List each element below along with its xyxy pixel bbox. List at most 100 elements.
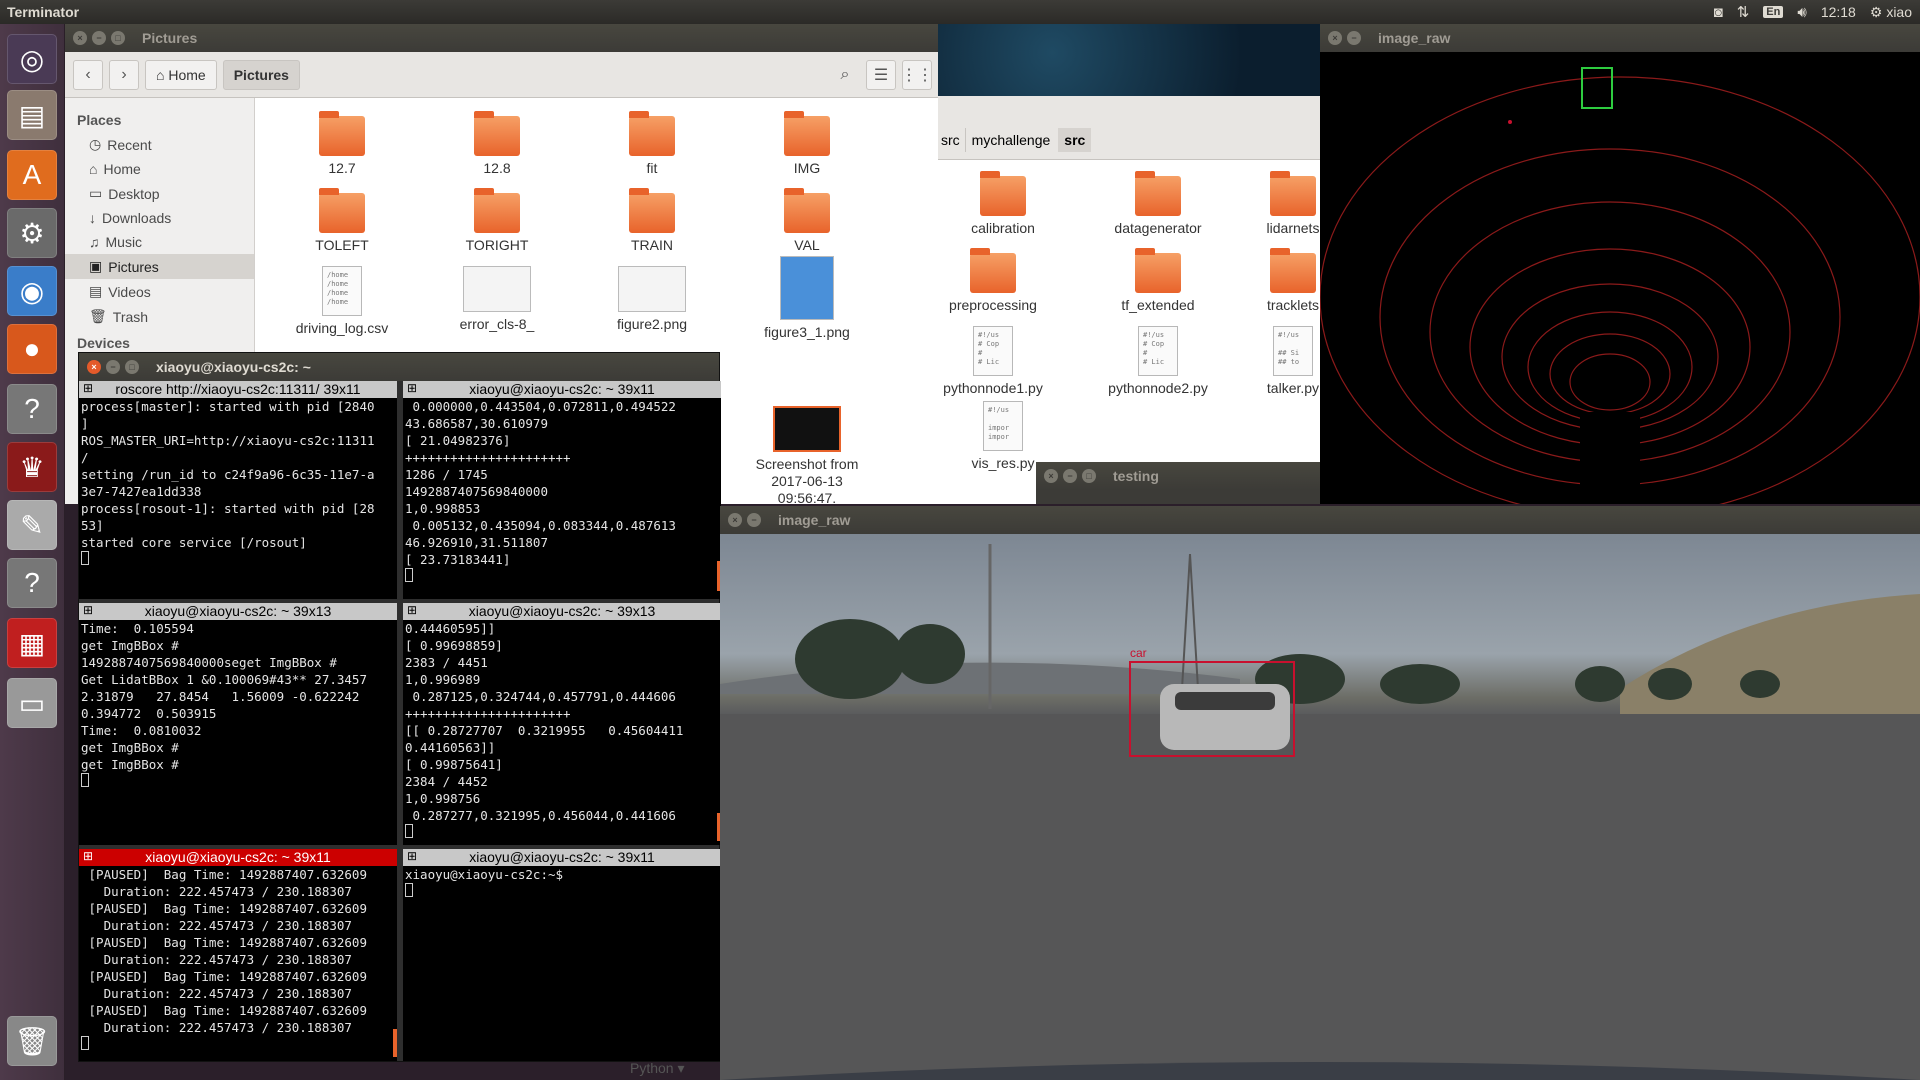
lidar-view[interactable] — [1320, 52, 1920, 504]
maximize-button[interactable]: □ — [111, 31, 125, 45]
minimize-button[interactable]: − — [1347, 31, 1361, 45]
terminal-pane[interactable]: ⊞ xiaoyu@xiaoyu-cs2c: ~ 39x11 xiaoyu@xiao… — [403, 849, 721, 1061]
sidebar-item-desktop[interactable]: ▭ Desktop — [65, 181, 254, 206]
drive-icon[interactable]: ▭ — [7, 678, 57, 728]
file-item[interactable]: figure2.png — [587, 266, 717, 332]
maximize-button[interactable]: □ — [1082, 469, 1096, 483]
pane-title-text: xiaoyu@xiaoyu-cs2c: ~ 39x13 — [144, 603, 332, 619]
language-indicator[interactable]: Python ▾ — [630, 1060, 685, 1077]
breadcrumb-src[interactable]: src — [938, 128, 963, 152]
folder-item[interactable]: fit — [587, 111, 717, 176]
terminal-line: [[ 0.28727707 0.3219955 0.45604411 — [405, 723, 684, 738]
session-menu[interactable]: ⚙ xiao — [1870, 4, 1912, 21]
folder-item[interactable]: TORIGHT — [432, 188, 562, 253]
volume-icon[interactable]: 🔊︎ — [1797, 4, 1806, 21]
terminal-output: process[master]: started with pid [2840]… — [79, 398, 397, 569]
system-tray: ◙ ⇅ En 🔊︎ 12:18 ⚙ xiao — [1714, 0, 1912, 24]
forward-button[interactable]: › — [109, 59, 139, 90]
sidebar-item-downloads[interactable]: ↓ Downloads — [65, 206, 254, 230]
search-icon[interactable]: ⌕ — [830, 60, 860, 90]
sidebar-item-music[interactable]: ♫ Music — [65, 230, 254, 254]
minimize-button[interactable]: − — [1063, 469, 1077, 483]
folder-item[interactable]: VAL — [742, 188, 872, 253]
firefox-icon[interactable]: ● — [7, 324, 57, 374]
minimize-button[interactable]: − — [747, 513, 761, 527]
terminal-pane[interactable]: ⊞ xiaoyu@xiaoyu-cs2c: ~ 39x13 0.44460595]… — [403, 603, 721, 845]
folder-item[interactable]: tf_extended — [1093, 248, 1223, 313]
unknown-app-icon[interactable]: ? — [7, 558, 57, 608]
camera-view[interactable]: car — [720, 534, 1920, 1080]
grid-icon: ⊞ — [407, 849, 418, 863]
breadcrumb-pictures[interactable]: Pictures — [222, 59, 300, 90]
file-item[interactable]: figure3_1.png — [742, 256, 872, 340]
terminal-line: [PAUSED] Bag Time: 1492887407.632609 — [81, 935, 367, 950]
file-item[interactable]: error_cls-8_ — [432, 266, 562, 332]
file-item[interactable]: #!/us # Cop # # Lic pythonnode1.py — [938, 326, 1058, 396]
file-item[interactable]: #!/us impor impor vis_res.py — [938, 401, 1068, 471]
software-center-icon[interactable]: A — [7, 150, 57, 200]
breadcrumb-src-active[interactable]: src — [1058, 128, 1092, 152]
text-editor-icon[interactable]: ✎ — [7, 500, 57, 550]
file-item[interactable]: Screenshot from2017-06-13 09:56:47.png — [742, 406, 872, 504]
trash-icon[interactable]: 🗑︎ — [7, 1016, 57, 1066]
folder-item[interactable]: datagenerator — [1093, 171, 1223, 236]
folder-item[interactable]: IMG — [742, 111, 872, 176]
folder-item[interactable]: TOLEFT — [277, 188, 407, 253]
back-button[interactable]: ‹ — [73, 59, 103, 90]
folder-item[interactable]: lidarnets — [1228, 171, 1320, 236]
folder-item[interactable]: tracklets — [1228, 248, 1320, 313]
terminator-icon[interactable]: ▦ — [7, 618, 57, 668]
file-item[interactable]: /home/home/home/home driving_log.csv — [277, 266, 407, 336]
terminal-line: 0.005132,0.435094,0.083344,0.487613 — [405, 518, 676, 533]
files-icon[interactable]: ▤ — [7, 90, 57, 140]
folder-icon — [629, 111, 675, 156]
grid-view-button[interactable]: ⋮⋮ — [901, 59, 933, 90]
maximize-button[interactable]: □ — [125, 360, 139, 374]
terminal-pane[interactable]: ⊞ xiaoyu@xiaoyu-cs2c: ~ 39x11 [PAUSED] Ba… — [79, 849, 397, 1061]
terminal-pane[interactable]: ⊞ roscore http://xiaoyu-cs2c:11311/ 39x11… — [79, 381, 397, 599]
pane-title: ⊞ xiaoyu@xiaoyu-cs2c: ~ 39x11 — [403, 849, 721, 866]
folder-item[interactable]: 12.7 — [277, 111, 407, 176]
skype-icon[interactable]: ◙ — [1714, 4, 1723, 21]
sidebar-item-videos[interactable]: ▤ Videos — [65, 279, 254, 304]
terminal-pane[interactable]: ⊞ xiaoyu@xiaoyu-cs2c: ~ 39x11 0.000000,0.… — [403, 381, 721, 599]
network-icon[interactable]: ⇅ — [1737, 3, 1750, 21]
camera-icon: ▣ — [89, 258, 103, 274]
terminal-output: [PAUSED] Bag Time: 1492887407.632609 Dur… — [79, 866, 397, 1054]
close-button[interactable]: × — [1328, 31, 1342, 45]
close-button[interactable]: × — [87, 360, 101, 374]
file-item[interactable]: #!/us ## Si ## to talker.py — [1228, 326, 1320, 396]
file-label: talker.py — [1266, 380, 1320, 396]
folder-item[interactable]: TRAIN — [587, 188, 717, 253]
file-item[interactable]: #!/us # Cop # # Lic pythonnode2.py — [1093, 326, 1223, 396]
close-button[interactable]: × — [1044, 469, 1058, 483]
terminal-pane[interactable]: ⊞ xiaoyu@xiaoyu-cs2c: ~ 39x13 Time: 0.105… — [79, 603, 397, 845]
breadcrumb-home[interactable]: ⌂ Home — [145, 59, 217, 90]
minimize-button[interactable]: − — [106, 360, 120, 374]
folder-item[interactable]: 12.8 — [432, 111, 562, 176]
system-settings-icon[interactable]: ⚙ — [7, 208, 57, 258]
folder-item[interactable]: calibration — [938, 171, 1068, 236]
folder-item[interactable]: preprocessing — [938, 248, 1058, 313]
clock[interactable]: 12:18 — [1821, 4, 1856, 20]
file-label: driving_log.csv — [295, 320, 389, 336]
dash-icon[interactable]: ◎ — [7, 34, 57, 84]
close-button[interactable]: × — [73, 31, 87, 45]
terminal-line: ++++++++++++++++++++++ — [405, 706, 571, 721]
wine-icon[interactable]: ♛ — [7, 442, 57, 492]
terminal-line: Get LidatBBox 1 &0.100069#43** 27.3457 — [81, 672, 367, 687]
sidebar-item-recent[interactable]: ◷ Recent — [65, 132, 254, 157]
sidebar-item-trash[interactable]: 🗑︎ Trash — [65, 304, 254, 329]
sidebar-item-home[interactable]: ⌂ Home — [65, 157, 254, 181]
terminal-cursor — [81, 1036, 89, 1050]
keyboard-layout-indicator[interactable]: En — [1763, 6, 1784, 18]
scrollbar-thumb[interactable] — [393, 1029, 397, 1057]
chromium-icon[interactable]: ◉ — [7, 266, 57, 316]
unknown-app-icon[interactable]: ? — [7, 384, 57, 434]
close-button[interactable]: × — [728, 513, 742, 527]
image-thumbnail — [780, 256, 834, 320]
list-view-button[interactable]: ☰ — [866, 59, 896, 90]
sidebar-item-pictures[interactable]: ▣ Pictures — [65, 254, 254, 279]
breadcrumb-mychallenge[interactable]: mychallenge — [964, 128, 1057, 152]
minimize-button[interactable]: − — [92, 31, 106, 45]
